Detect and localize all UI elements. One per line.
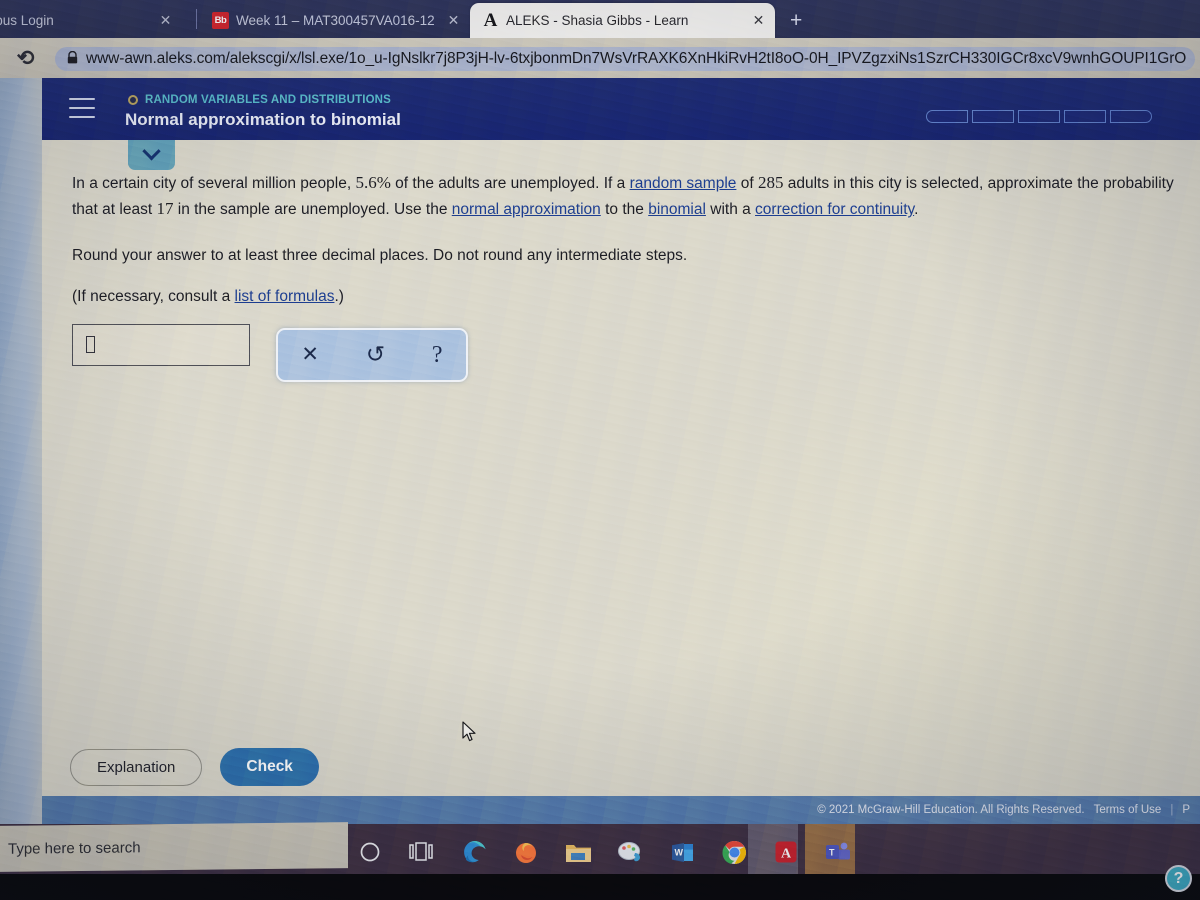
sample-size-value: 285 — [757, 173, 784, 192]
screen-bezel-left — [0, 78, 44, 824]
progress-indicator — [926, 110, 1152, 123]
svg-text:W: W — [674, 847, 683, 857]
percent-value: 5.6% — [355, 173, 391, 192]
q-formulas-suffix: .) — [334, 287, 344, 305]
lock-icon — [67, 50, 78, 67]
new-tab-button[interactable]: + — [790, 9, 802, 33]
action-buttons: Explanation Check — [70, 748, 319, 786]
topic-category-label: RANDOM VARIABLES AND DISTRIBUTIONS — [145, 94, 391, 106]
clear-button[interactable]: ✕ — [301, 344, 319, 365]
q-text-a: In a certain city of several million peo… — [72, 175, 356, 192]
link-random-sample[interactable]: random sample — [630, 175, 737, 192]
question-content: In a certain city of several million peo… — [42, 170, 1200, 382]
answer-input[interactable] — [72, 323, 250, 366]
question-paragraph-2: Round your answer to at least three deci… — [72, 246, 688, 264]
acrobat-icon[interactable]: A — [771, 837, 801, 867]
q-formulas-prefix: (If necessary, consult a — [72, 287, 235, 305]
question-paragraph-3: (If necessary, consult a list of formula… — [42, 285, 1200, 309]
privacy-link[interactable]: P — [1182, 804, 1190, 816]
copyright-bar: © 2021 McGraw-Hill Education. All Rights… — [42, 796, 1200, 824]
page-title: Normal approximation to binomial — [125, 110, 401, 129]
answer-toolbar: ✕ ↺ ? — [276, 327, 468, 382]
undo-button[interactable]: ↺ — [366, 343, 385, 366]
aleks-icon: A — [483, 9, 498, 31]
q-text-c: of — [736, 175, 758, 192]
browser-tab-campus-login[interactable]: mpus Login ✕ — [0, 2, 182, 38]
cortana-icon[interactable] — [355, 837, 385, 867]
answer-area: ✕ ↺ ? — [42, 323, 1200, 382]
copyright-text: © 2021 McGraw-Hill Education. All Rights… — [817, 804, 1085, 816]
progress-segment — [1064, 110, 1106, 123]
q-text-b: of the adults are unemployed. If a — [390, 175, 630, 192]
browser-tab-aleks[interactable]: A ALEKS - Shasia Gibbs - Learn ✕ — [470, 3, 775, 38]
link-correction-for-continuity[interactable]: correction for continuity — [755, 201, 914, 218]
q-text-e: in the sample are unemployed. Use the — [173, 201, 452, 219]
q-text-g: with a — [705, 201, 756, 219]
search-input[interactable]: Type here to search — [0, 822, 348, 872]
chevron-down-icon — [142, 141, 161, 160]
q-text-h: . — [914, 201, 919, 219]
tab-title: Week 11 – MAT300457VA016-12 — [236, 12, 435, 28]
footer-separator: | — [1170, 804, 1174, 816]
progress-segment — [926, 110, 968, 123]
close-icon[interactable]: ✕ — [750, 12, 767, 29]
windows-taskbar: Type here to search W A T ? — [0, 822, 1200, 900]
svg-text:T: T — [829, 848, 835, 858]
svg-text:A: A — [781, 847, 792, 862]
aleks-header-bar: RANDOM VARIABLES AND DISTRIBUTIONS Norma… — [42, 78, 1200, 140]
terms-of-use-link[interactable]: Terms of Use — [1094, 804, 1162, 816]
close-icon[interactable]: ✕ — [157, 12, 174, 29]
edge-icon[interactable] — [459, 837, 489, 867]
hamburger-icon[interactable] — [69, 98, 95, 118]
firefox-icon[interactable] — [511, 837, 541, 867]
tab-title: ALEKS - Shasia Gibbs - Learn — [506, 13, 689, 28]
check-button[interactable]: Check — [220, 748, 319, 786]
browser-tab-strip: mpus Login ✕ Bb Week 11 – MAT300457VA016… — [0, 0, 1200, 38]
mouse-cursor — [462, 721, 476, 742]
threshold-value: 17 — [156, 199, 174, 219]
taskbar-icons: W A T — [355, 826, 853, 878]
url-text: www-awn.aleks.com/alekscgi/x/lsl.exe/1o_… — [86, 50, 1187, 67]
progress-segment — [1018, 110, 1060, 123]
aleks-page: RANDOM VARIABLES AND DISTRIBUTIONS Norma… — [42, 78, 1200, 824]
question-paragraph-1: In a certain city of several million peo… — [42, 170, 1200, 223]
help-button[interactable]: ? — [432, 343, 443, 367]
paint-icon[interactable] — [615, 837, 645, 867]
browser-tab-week-11[interactable]: Bb Week 11 – MAT300457VA016-12 ✕ — [200, 2, 470, 38]
link-list-of-formulas[interactable]: list of formulas — [235, 288, 335, 305]
progress-segment — [1110, 110, 1152, 123]
link-binomial[interactable]: binomial — [648, 201, 706, 218]
blackboard-icon: Bb — [212, 11, 229, 29]
word-icon[interactable]: W — [667, 837, 697, 867]
search-placeholder: Type here to search — [8, 838, 141, 858]
topic-category: RANDOM VARIABLES AND DISTRIBUTIONS — [128, 94, 391, 106]
drawer-toggle-button[interactable] — [128, 140, 175, 170]
file-explorer-icon[interactable] — [563, 837, 593, 867]
q-text-f: to the — [600, 201, 649, 219]
tab-divider — [196, 9, 197, 29]
tab-title: mpus Login — [0, 12, 54, 28]
photographed-screen: mpus Login ✕ Bb Week 11 – MAT300457VA016… — [0, 0, 1200, 900]
help-fab-button[interactable]: ? — [1165, 865, 1192, 892]
screen-edge-bottom — [0, 874, 1200, 900]
task-view-icon[interactable] — [407, 837, 437, 867]
chrome-icon[interactable] — [719, 837, 749, 867]
empty-placeholder-icon — [86, 336, 95, 354]
close-icon[interactable]: ✕ — [445, 12, 462, 29]
reload-icon[interactable]: ⟳ — [17, 46, 35, 71]
explanation-button[interactable]: Explanation — [70, 748, 203, 786]
progress-segment — [972, 110, 1014, 123]
link-normal-approximation[interactable]: normal approximation — [452, 201, 601, 218]
teams-icon[interactable]: T — [823, 837, 853, 867]
topic-status-icon — [128, 95, 138, 105]
address-bar[interactable]: www-awn.aleks.com/alekscgi/x/lsl.exe/1o_… — [55, 47, 1195, 71]
